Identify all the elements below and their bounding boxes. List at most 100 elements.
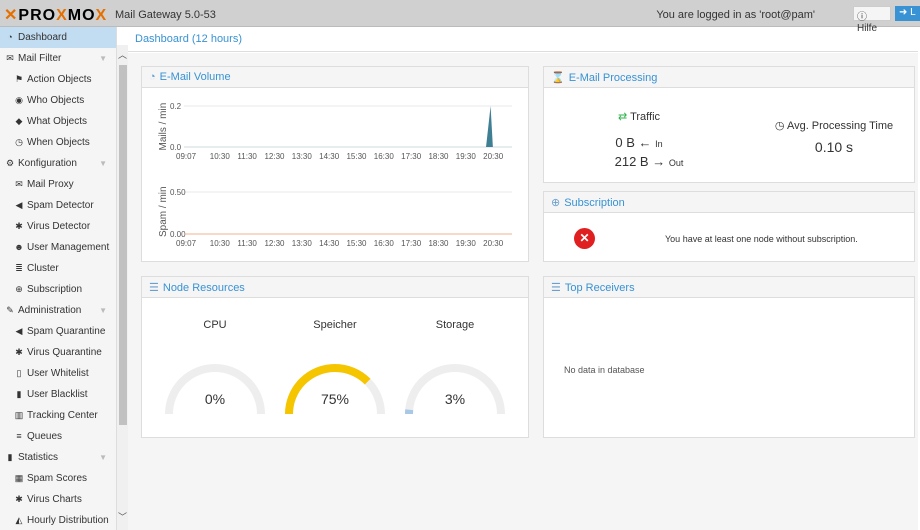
sidebar-item-spam-scores[interactable]: ▦ Spam Scores — [0, 468, 116, 489]
sidebar-item-tracking-center[interactable]: ▥ Tracking Center — [0, 405, 116, 426]
email-volume-charts: 0.0 0.2Mails / min 09:07 10:30 11:30 12:30 13:… — [158, 102, 512, 248]
gauge-arc — [165, 364, 265, 415]
sidebar-item-statistics[interactable]: ▮ Statistics ▼ — [0, 447, 116, 468]
server-icon: ≣ — [15, 263, 23, 273]
scrollbar-thumb[interactable] — [119, 65, 127, 425]
y-axis-label: Mails / min — [158, 103, 169, 151]
sidebar-item-label: User Blacklist — [27, 389, 88, 400]
subscription-panel: ⊕ Subscription ✕ You have at least one no… — [543, 191, 915, 262]
file-o-icon: ▯ — [16, 368, 22, 378]
sidebar-item-when-objects[interactable]: ◷ When Objects — [0, 132, 116, 153]
arrow-left-icon: ← — [638, 135, 652, 150]
sidebar-item-konfiguration[interactable]: ⚙ Konfiguration ▼ — [0, 153, 116, 174]
x-tick-label: 09:07 — [176, 152, 197, 161]
sidebar-item-mail-filter[interactable]: ✉ Mail Filter ▼ — [0, 48, 116, 69]
info-icon: ⓘ — [857, 12, 867, 23]
scroll-up-icon[interactable]: ︿ — [118, 48, 127, 61]
sidebar-item-spam-detector[interactable]: ◀ Spam Detector — [0, 195, 116, 216]
chevron-down-icon[interactable]: ▼ — [99, 447, 107, 468]
sidebar-item-label: Statistics — [18, 452, 59, 463]
traffic-out-value: 212 B — [614, 154, 649, 169]
gauge-label: Storage — [435, 319, 475, 331]
clock-icon: ◷ — [774, 120, 787, 132]
x-tick-label: 17:30 — [401, 152, 422, 161]
help-button[interactable]: ⓘ Hilfe — [853, 6, 891, 34]
sidebar-item-label: User Management — [27, 242, 110, 253]
logout-button[interactable]: ➜ L — [895, 6, 920, 21]
sidebar-item-virus-quarantine[interactable]: ✱ Virus Quarantine — [0, 342, 116, 363]
page-title: Dashboard (12 hours) — [128, 28, 918, 52]
sidebar-item-subscription[interactable]: ⊕ Subscription — [0, 279, 116, 300]
users-icon: ☻ — [14, 242, 24, 252]
envelope-o-icon: ✉ — [15, 179, 23, 189]
sidebar-item-label: Cluster — [27, 263, 59, 274]
sidebar-item-administration[interactable]: ✎ Administration ▼ — [0, 300, 116, 321]
flag-icon: ⚑ — [14, 74, 24, 84]
hourglass-icon: ⌛ — [551, 72, 565, 84]
cube-icon: ◆ — [15, 116, 23, 126]
sidebar-item-virus-detector[interactable]: ✱ Virus Detector — [0, 216, 116, 237]
sidebar-item-what-objects[interactable]: ◆ What Objects — [0, 111, 116, 132]
sidebar-item-label: User Whitelist — [27, 368, 89, 379]
area-chart-icon: ◭ — [15, 515, 23, 525]
sidebar-item-user-whitelist[interactable]: ▯ User Whitelist — [0, 363, 116, 384]
gauge-speicher: Speicher 75% — [275, 307, 395, 427]
sidebar-item-label: What Objects — [27, 116, 88, 127]
bar-chart-icon: ▮ — [7, 452, 13, 462]
top-receivers-panel: ☰ Top Receivers No data in database — [543, 276, 915, 438]
x-tick-label: 13:30 — [292, 152, 313, 161]
y-tick-label: 0.50 — [170, 188, 186, 197]
x-tick-label: 14:30 — [319, 239, 340, 248]
x-tick-label: 16:30 — [374, 152, 395, 161]
gauge-value: 3% — [444, 391, 466, 407]
sidebar-item-label: Administration — [18, 305, 82, 316]
x-tick-label: 10:30 — [210, 152, 231, 161]
sidebar-item-hourly-distribution[interactable]: ◭ Hourly Distribution — [0, 510, 116, 530]
sidebar-item-spam-quarantine[interactable]: ◀ Spam Quarantine — [0, 321, 116, 342]
support-icon: ⊕ — [15, 284, 23, 294]
sign-out-icon: ➜ — [899, 7, 908, 18]
sidebar-item-user-management[interactable]: ☻ User Management — [0, 237, 116, 258]
sidebar-item-label: Spam Detector — [27, 200, 94, 211]
gauge-label: CPU — [203, 319, 227, 331]
x-tick-label: 20:30 — [483, 152, 504, 161]
sidebar-item-queues[interactable]: ≡ Queues — [0, 426, 116, 447]
arrow-right-icon: → — [652, 154, 666, 169]
sidebar: ◔ Dashboard ✉ Mail Filter ▼ ⚑ Action Objects ◉ W… — [0, 27, 117, 530]
sidebar-item-label: Spam Scores — [27, 473, 88, 484]
scroll-down-icon[interactable]: ﹀ — [118, 510, 127, 523]
sidebar-item-user-blacklist[interactable]: ▮ User Blacklist — [0, 384, 116, 405]
node-resources-panel: ☰ Node Resources CPU 0% Speicher 75% Storag… — [141, 276, 529, 438]
sidebar-item-label: Queues — [27, 431, 63, 442]
sidebar-item-dashboard[interactable]: ◔ Dashboard — [0, 27, 116, 48]
sidebar-item-label: Mail Filter — [18, 53, 62, 64]
login-status: You are logged in as 'root@pam' — [656, 9, 815, 21]
x-tick-label: 18:30 — [428, 239, 449, 248]
y-tick-label: 0.00 — [170, 230, 186, 239]
x-tick-label: 19:30 — [456, 239, 477, 248]
email-processing-panel: ⌛ E-Mail Processing ⇄ Traffic 0 B ← In 21… — [543, 66, 915, 183]
sidebar-item-mail-proxy[interactable]: ✉ Mail Proxy — [0, 174, 116, 195]
clock-icon: ◷ — [15, 137, 23, 147]
chevron-down-icon[interactable]: ▼ — [99, 300, 107, 321]
bullhorn-icon: ◀ — [15, 326, 23, 336]
file-icon: ▮ — [16, 389, 22, 399]
x-tick-label: 09:07 — [176, 239, 197, 248]
proxmox-logo: ✕PROXMOX — [4, 7, 108, 24]
chevron-down-icon[interactable]: ▼ — [99, 153, 107, 174]
sidebar-item-action-objects[interactable]: ⚑ Action Objects — [0, 69, 116, 90]
tachometer-icon: ◔ — [7, 32, 13, 42]
sidebar-item-label: Virus Quarantine — [27, 347, 102, 358]
sidebar-item-who-objects[interactable]: ◉ Who Objects — [0, 90, 116, 111]
gauge-label: Speicher — [313, 319, 357, 331]
wrench-icon: ✎ — [6, 305, 14, 315]
top-bar: ✕PROXMOX Mail Gateway 5.0-53 You are log… — [0, 0, 920, 34]
map-o-icon: ▥ — [14, 410, 24, 420]
sidebar-item-cluster[interactable]: ≣ Cluster — [0, 258, 116, 279]
chevron-down-icon[interactable]: ▼ — [99, 48, 107, 69]
sidebar-item-virus-charts[interactable]: ✱ Virus Charts — [0, 489, 116, 510]
x-tick-label: 17:30 — [401, 239, 422, 248]
error-icon: ✕ — [574, 228, 595, 249]
bars-icon: ≡ — [16, 431, 22, 441]
x-tick-label: 19:30 — [456, 152, 477, 161]
